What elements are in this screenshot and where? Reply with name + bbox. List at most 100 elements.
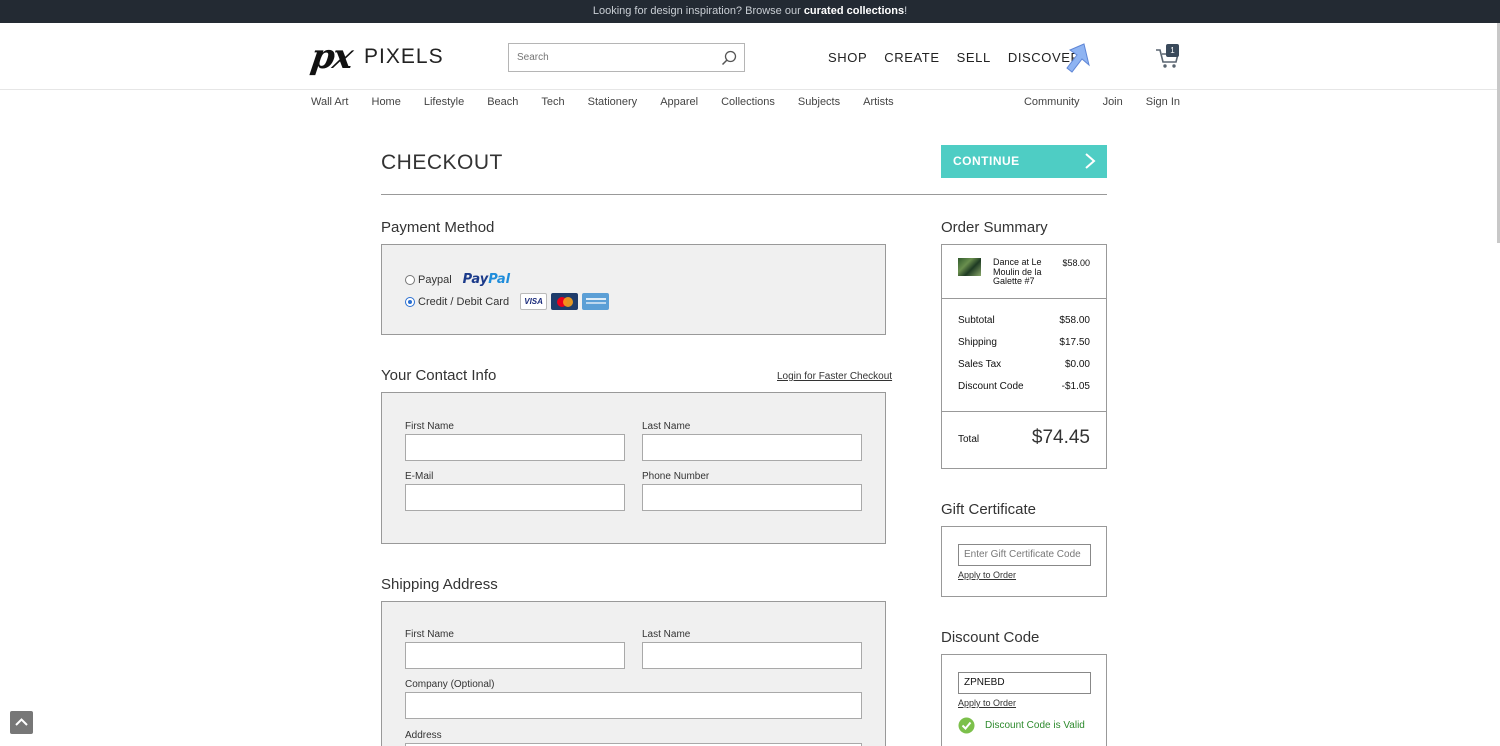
discount-valid-text: Discount Code is Valid [985,720,1085,731]
amex-icon [582,293,610,310]
sales-tax-row: Sales Tax $0.00 [958,359,1090,370]
contact-last-name-label: Last Name [642,421,691,432]
subnav-tech[interactable]: Tech [541,96,564,108]
product-price: $58.00 [1062,258,1090,268]
company-label: Company (Optional) [405,679,495,690]
product-thumbnail[interactable] [958,258,981,276]
paypal-radio[interactable] [405,274,415,285]
subnav-join[interactable]: Join [1103,96,1123,108]
card-logos: VISA [520,293,610,310]
subnav-stationery[interactable]: Stationery [588,96,638,108]
summary-divider [942,298,1106,299]
discount-code-input[interactable]: ZPNEBD [958,672,1091,694]
main-nav: SHOP CREATE SELL DISCOVER [828,50,1081,65]
gift-certificate-input[interactable]: Enter Gift Certificate Code [958,544,1091,566]
credit-card-label: Credit / Debit Card [418,295,510,308]
announcement-text: Looking for design inspiration? Browse o… [592,5,804,17]
category-nav: Wall Art Home Lifestyle Beach Tech Stati… [311,96,1180,112]
email-label: E-Mail [405,471,434,482]
chevron-up-icon [15,718,28,726]
login-faster-checkout-link[interactable]: Login for Faster Checkout [777,371,892,382]
subnav-artists[interactable]: Artists [863,96,894,108]
paypal-logo-b: Pal [488,272,511,287]
contact-first-name-input[interactable] [405,434,625,461]
search-input[interactable] [509,44,709,71]
summary-divider [942,411,1106,412]
shipping-last-name-label: Last Name [642,629,691,640]
continue-label: CONTINUE [953,154,1020,168]
continue-button[interactable]: CONTINUE [941,145,1107,178]
company-input[interactable] [405,692,862,719]
discount-label: Discount Code [958,381,1024,392]
logo-mark: px [308,37,354,77]
logo-wordmark: PIXELS [364,45,444,68]
cart-count-badge: 1 [1166,44,1179,57]
paypal-logo: PayPal [463,272,510,287]
order-summary-panel: Dance at Le Moulin de la Galette #7 $58.… [941,244,1107,469]
contact-info-panel: First Name Last Name E-Mail Phone Number [381,392,886,544]
subnav-subjects[interactable]: Subjects [798,96,840,108]
contact-last-name-input[interactable] [642,434,862,461]
subnav-wall-art[interactable]: Wall Art [311,96,349,108]
announcement-bar: Looking for design inspiration? Browse o… [0,0,1500,23]
visa-icon: VISA [520,293,548,310]
product-name: Dance at Le Moulin de la Galette #7 [993,257,1042,286]
payment-method-panel: Paypal PayPal Credit / Debit Card VISA [381,244,886,335]
shipping-first-name-label: First Name [405,629,454,640]
gift-certificate-panel: Enter Gift Certificate Code Apply to Ord… [941,526,1107,597]
discount-apply-link[interactable]: Apply to Order [958,698,1016,708]
nav-sell[interactable]: SELL [957,50,991,65]
contact-first-name-label: First Name [405,421,454,432]
site-header: px PIXELS SHOP CREATE SELL DISCOVER 1 [0,23,1500,90]
shipping-last-name-input[interactable] [642,642,862,669]
subnav-beach[interactable]: Beach [487,96,518,108]
subnav-community[interactable]: Community [1024,96,1080,108]
shipping-address-panel: First Name Last Name Company (Optional) … [381,601,886,746]
contact-info-title: Your Contact Info [381,367,497,384]
nav-shop[interactable]: SHOP [828,50,867,65]
mastercard-icon [551,293,579,310]
shipping-address-title: Shipping Address [381,576,498,593]
total-label: Total [958,434,980,445]
gift-apply-link[interactable]: Apply to Order [958,570,1016,580]
subtotal-row: Subtotal $58.00 [958,315,1090,326]
subnav-apparel[interactable]: Apparel [660,96,698,108]
subnav-home[interactable]: Home [372,96,401,108]
site-logo[interactable]: px PIXELS [308,37,444,77]
paypal-option[interactable]: Paypal PayPal [405,272,510,287]
nav-create[interactable]: CREATE [884,50,939,65]
subnav-lifestyle[interactable]: Lifestyle [424,96,464,108]
sales-tax-value: $0.00 [1064,359,1090,370]
subnav-sign-in[interactable]: Sign In [1146,96,1180,108]
subnav-collections[interactable]: Collections [721,96,775,108]
discount-code-title: Discount Code [941,629,1040,646]
shipping-row: Shipping $17.50 [958,337,1090,348]
back-to-top-button[interactable] [10,711,33,734]
paypal-logo-a: Pay [462,272,489,287]
chevron-right-icon [1085,153,1096,169]
discount-valid-message: Discount Code is Valid [958,717,1085,734]
shipping-first-name-input[interactable] [405,642,625,669]
announcement-end: ! [904,5,908,17]
shipping-value: $17.50 [1059,337,1090,348]
discount-value: -$1.05 [1061,381,1090,392]
payment-method-title: Payment Method [381,219,495,236]
credit-card-radio[interactable] [405,296,415,307]
total-value: $74.45 [1031,427,1090,448]
shipping-label: Shipping [958,337,997,348]
credit-card-option[interactable]: Credit / Debit Card VISA [405,293,610,310]
check-circle-icon [958,717,975,734]
curated-collections-link[interactable]: curated collections [804,5,904,17]
discount-code-panel: ZPNEBD Apply to Order Discount Code is V… [941,654,1107,746]
mouse-cursor-icon [1066,43,1090,73]
order-summary-title: Order Summary [941,219,1048,236]
search-icon[interactable] [721,50,737,66]
phone-label: Phone Number [642,471,710,482]
phone-input[interactable] [642,484,862,511]
divider [381,194,1107,195]
page-title: CHECKOUT [381,151,503,174]
paypal-label: Paypal [418,273,452,286]
gift-certificate-title: Gift Certificate [941,501,1037,518]
email-input[interactable] [405,484,625,511]
address-label: Address [405,730,442,741]
